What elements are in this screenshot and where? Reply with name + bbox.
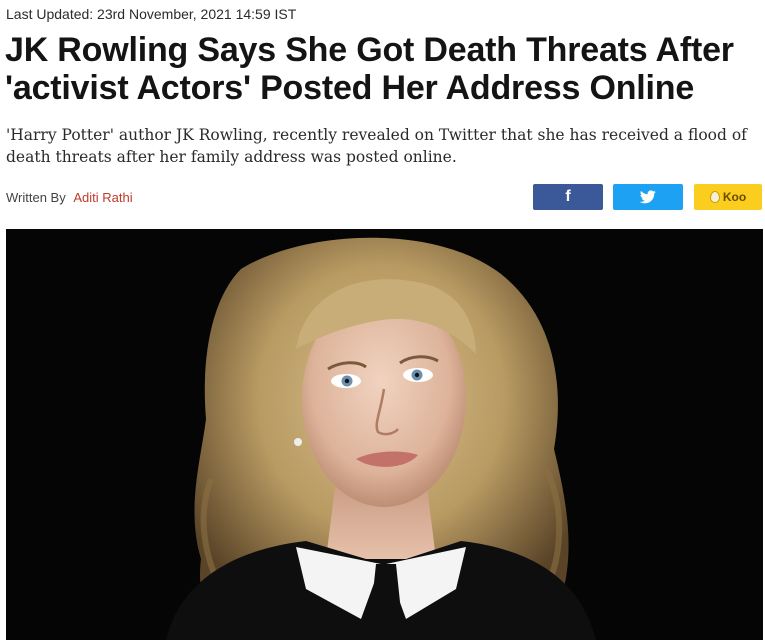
author-link[interactable]: Aditi Rathi: [73, 190, 132, 205]
facebook-share-button[interactable]: f: [533, 184, 603, 210]
article-hero-image: [6, 229, 763, 640]
summary-line: death threats after her family address w…: [6, 148, 457, 166]
koo-share-label: Koo: [722, 190, 747, 204]
byline: Written By Aditi Rathi: [6, 190, 133, 205]
facebook-icon: f: [565, 188, 571, 205]
article-page: Last Updated: 23rd November, 2021 14:59 …: [0, 0, 765, 640]
article-summary: 'Harry Potter' author JK Rowling, recent…: [6, 124, 761, 168]
headline-line: 'activist Actors' Posted Her Address Onl…: [5, 69, 695, 107]
byline-prefix: Written By: [6, 190, 66, 205]
author-portrait-photo: [6, 229, 763, 640]
koo-icon: [709, 191, 720, 203]
koo-share-button[interactable]: Koo: [694, 184, 762, 210]
summary-line: 'Harry Potter' author JK Rowling, recent…: [6, 126, 747, 144]
headline-line: JK Rowling Says She Got Death Threats Af…: [5, 31, 734, 69]
twitter-share-button[interactable]: [613, 184, 683, 210]
twitter-bird-icon: [640, 190, 656, 204]
last-updated-timestamp: Last Updated: 23rd November, 2021 14:59 …: [6, 6, 297, 22]
article-headline: JK Rowling Says She Got Death Threats Af…: [5, 31, 760, 107]
